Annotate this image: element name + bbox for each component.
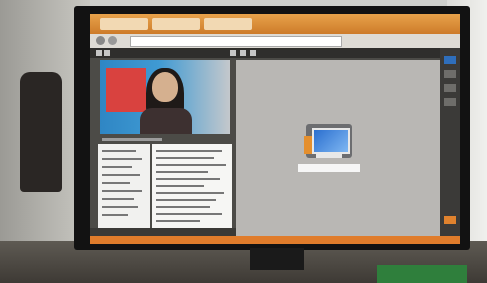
app-header-bar [90,48,460,58]
computer-monitor-icon [304,122,354,162]
list-item [102,214,128,216]
menu-icon[interactable] [104,50,110,56]
list-item [102,158,142,160]
office-chair [20,72,62,192]
chat-panel[interactable] [152,144,232,236]
chat-line [156,150,222,152]
list-item [102,182,130,184]
menu-icon[interactable] [96,50,102,56]
list-item [102,190,142,192]
browser-tab[interactable] [100,18,148,30]
chat-line [156,213,222,215]
rail-button[interactable] [444,84,456,92]
chat-line [156,185,204,187]
rail-button[interactable] [444,70,456,78]
back-icon[interactable] [96,36,105,45]
toolbar-icon[interactable] [250,50,256,56]
browser-tab[interactable] [152,18,200,30]
chat-line [156,171,208,173]
browser-titlebar [90,14,460,34]
webcam-video-panel[interactable] [100,60,230,134]
toolbar-icon[interactable] [240,50,246,56]
toolbar-icon[interactable] [230,50,236,56]
list-item [102,166,132,168]
chat-line [156,199,216,201]
person-face [152,72,178,102]
address-bar[interactable] [130,36,342,47]
whiteboard-canvas[interactable] [236,60,440,236]
icon-caption-label [298,164,360,172]
chat-line [156,178,220,180]
forward-icon[interactable] [108,36,117,45]
video-caption [102,138,162,141]
chat-line [156,164,226,166]
participants-list-panel[interactable] [98,144,150,236]
icon-accent [304,136,312,154]
monitor-screen [90,14,460,244]
person-body [140,108,192,134]
icon-screen [312,128,350,154]
chat-line [156,220,200,222]
list-item [102,206,138,208]
green-object [377,265,467,283]
list-item [102,174,140,176]
list-item [102,198,134,200]
status-bar [90,236,460,244]
video-banner [106,68,146,112]
right-toolbar [440,48,460,244]
chat-line [156,192,224,194]
bottom-tray [90,228,236,236]
list-item [102,150,136,152]
rail-button[interactable] [444,216,456,224]
chat-line [156,157,214,159]
rail-button[interactable] [444,56,456,64]
browser-tab[interactable] [204,18,252,30]
icon-base [316,154,342,158]
monitor-stand [250,248,304,270]
chat-line [156,206,210,208]
rail-button[interactable] [444,98,456,106]
